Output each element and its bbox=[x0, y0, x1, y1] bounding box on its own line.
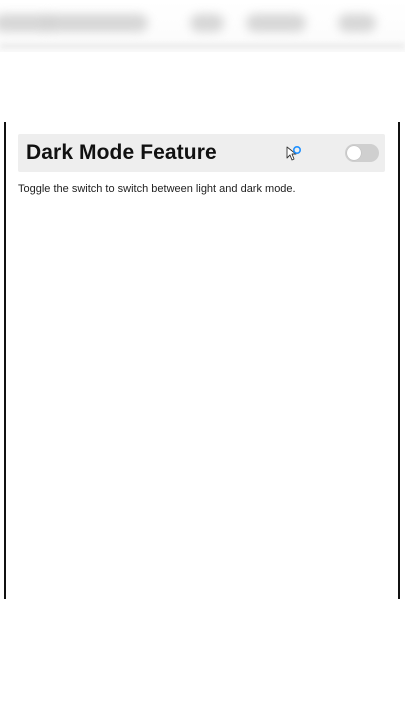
blurred-toolbar-item bbox=[44, 14, 148, 32]
dark-mode-toggle[interactable] bbox=[345, 144, 379, 162]
page-title: Dark Mode Feature bbox=[26, 141, 217, 164]
app-frame: Dark Mode Feature Toggle the switch to s… bbox=[4, 122, 400, 599]
blurred-toolbar-item bbox=[338, 14, 376, 32]
blurred-toolbar-item bbox=[190, 14, 224, 32]
description-text: Toggle the switch to switch between ligh… bbox=[18, 183, 296, 195]
header-bar: Dark Mode Feature bbox=[18, 134, 385, 172]
blurred-toolbar-divider bbox=[0, 44, 405, 48]
blurred-toolbar-item bbox=[246, 14, 306, 32]
mouse-pointer-icon bbox=[286, 145, 302, 161]
toggle-knob bbox=[347, 146, 361, 160]
screen: Dark Mode Feature Toggle the switch to s… bbox=[0, 0, 405, 720]
blurred-toolbar bbox=[0, 0, 405, 52]
